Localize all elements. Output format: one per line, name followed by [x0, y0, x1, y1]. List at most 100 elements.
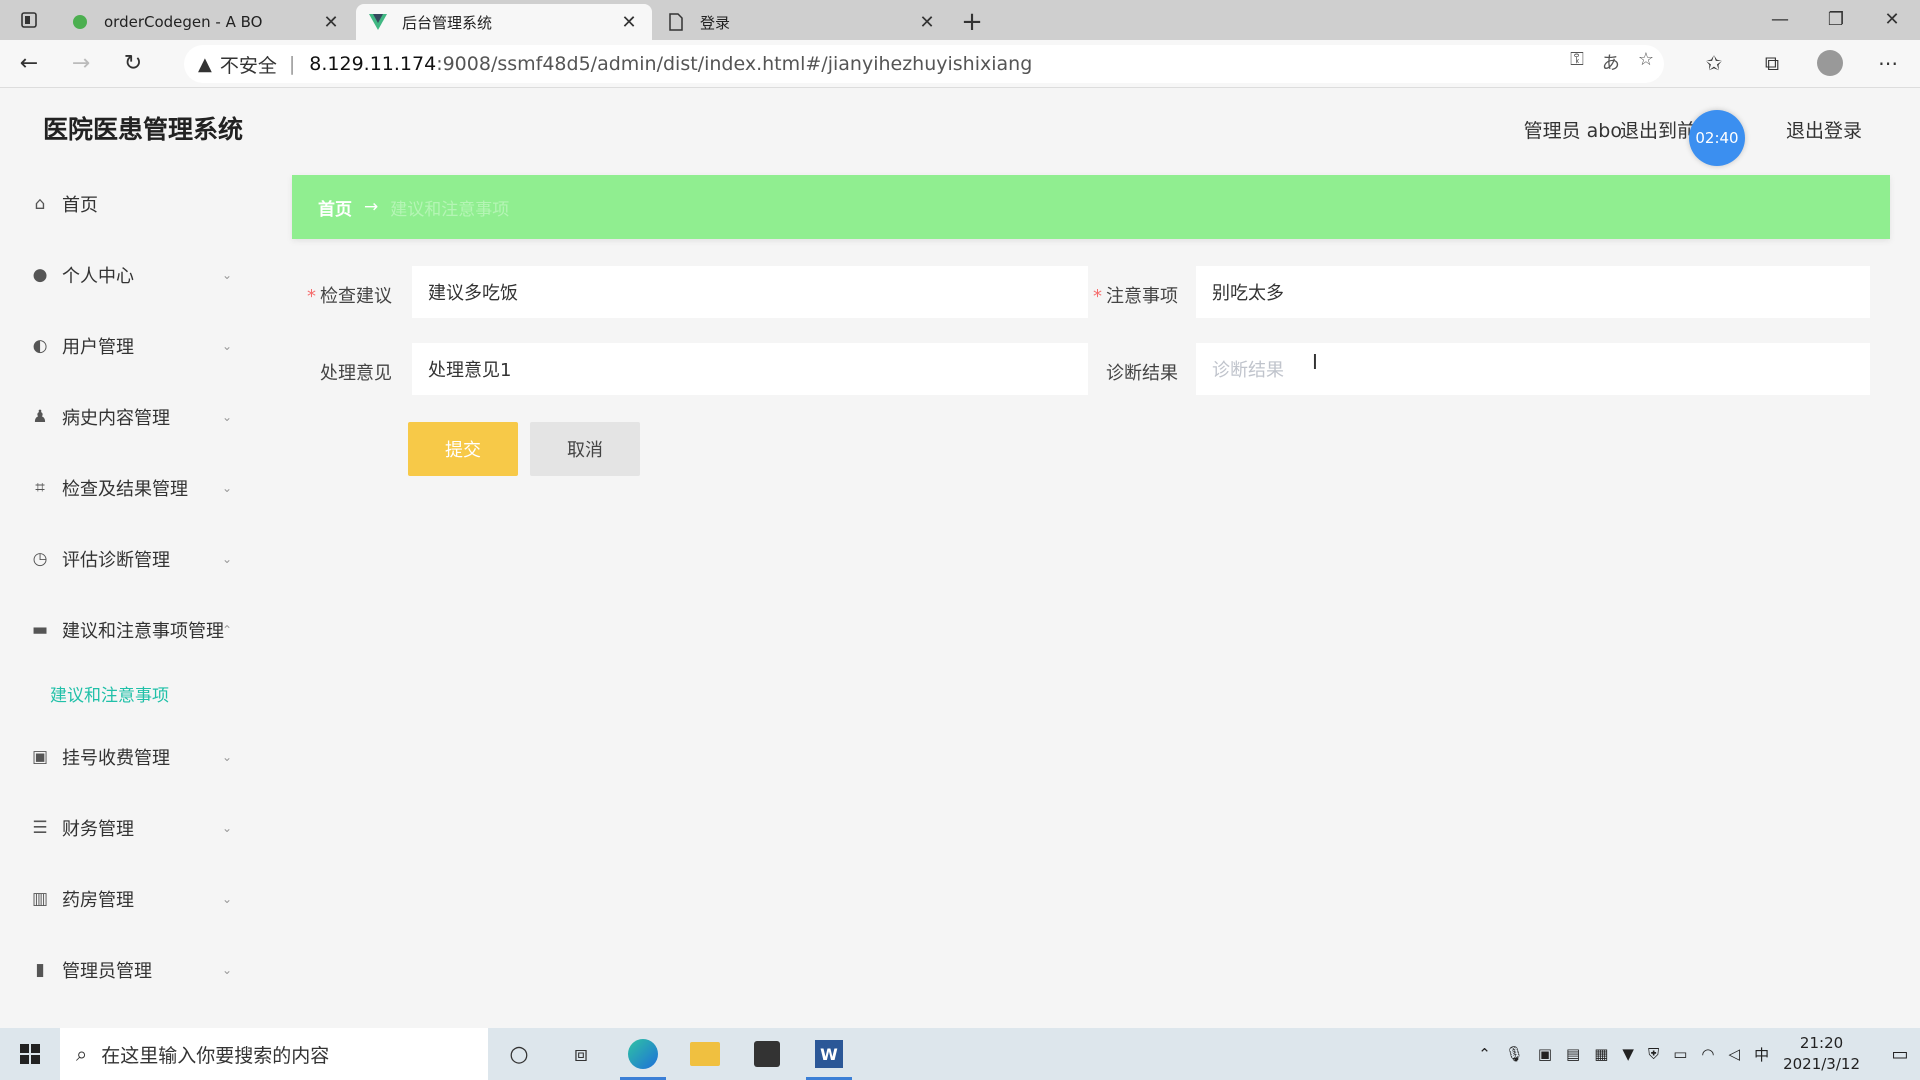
- taskbar-clock[interactable]: 21:20 2021/3/12: [1783, 1033, 1860, 1075]
- notification-icon[interactable]: ▭: [1880, 1044, 1920, 1065]
- close-icon[interactable]: ✕: [916, 12, 938, 33]
- text-cursor-icon: I: [1312, 350, 1318, 374]
- browser-tabstrip: orderCodegen - A BO ✕ 后台管理系统 ✕ 登录 ✕ + — …: [0, 0, 1920, 40]
- chevron-down-icon: ⌄: [221, 962, 232, 977]
- codegen-icon: [70, 12, 90, 32]
- clock-icon: ◷: [32, 548, 48, 569]
- app-title: 医院医患管理系统: [43, 115, 244, 144]
- volume-icon[interactable]: ◁: [1729, 1045, 1741, 1063]
- books-icon: ▥: [31, 888, 49, 909]
- sidebar-subitem-advice[interactable]: 建议和注意事项: [0, 665, 262, 721]
- word-icon[interactable]: W: [798, 1028, 860, 1080]
- chevron-down-icon: ⌄: [221, 891, 232, 906]
- search-icon: ⌕: [76, 1042, 88, 1066]
- taskbar-search[interactable]: ⌕ 在这里输入你要搜索的内容: [60, 1028, 488, 1080]
- file-explorer-icon[interactable]: [674, 1028, 736, 1080]
- chevron-down-icon: ⌄: [221, 267, 232, 282]
- sidebar-item-label: 用户管理: [62, 336, 134, 358]
- chevron-down-icon: ⌄: [221, 820, 232, 835]
- chevron-up-icon[interactable]: ⌃: [1478, 1045, 1491, 1063]
- breadcrumb-current: 建议和注意事项: [390, 199, 510, 220]
- sidebar-item-exams[interactable]: ⌗ 检查及结果管理 ⌄: [0, 452, 262, 523]
- new-tab-button[interactable]: +: [952, 4, 992, 40]
- system-tray: ⌃ 🎙 ▣ ▤ ▦ ▼ ⛨ ▭ ◠ ◁ 中 21:20 2021/3/12 ▭: [1478, 1028, 1920, 1080]
- sidebar-item-home[interactable]: ⌂ 首页: [0, 168, 262, 239]
- browser-tab-codegen[interactable]: orderCodegen - A BO ✕: [58, 4, 354, 40]
- more-icon[interactable]: ⋯: [1870, 44, 1906, 82]
- security-label[interactable]: 不安全: [220, 51, 277, 78]
- breadcrumb-home[interactable]: 首页: [318, 195, 352, 220]
- picture-icon: ▣: [31, 746, 49, 767]
- forward-icon[interactable]: →: [58, 44, 104, 84]
- cancel-button[interactable]: 取消: [530, 422, 640, 476]
- current-user: 管理员 abo: [1523, 120, 1622, 142]
- profile-icon[interactable]: [1812, 44, 1848, 82]
- cortana-icon[interactable]: ○: [488, 1028, 550, 1080]
- diagnosis-input[interactable]: 诊断结果: [1196, 343, 1870, 395]
- shield-icon[interactable]: ⛨: [1648, 1045, 1659, 1063]
- favorites-icon[interactable]: ✩: [1696, 44, 1732, 82]
- back-icon[interactable]: ←: [6, 44, 52, 84]
- handling-input[interactable]: 处理意见1: [412, 343, 1088, 395]
- precautions-input[interactable]: 别吃太多: [1196, 266, 1870, 318]
- omnibox-actions: ⚿ あ ☆: [1570, 49, 1654, 75]
- browser-actions: ✩ ⧉ ⋯: [1696, 44, 1906, 82]
- arrow-right-icon: →: [364, 197, 379, 217]
- collections-icon[interactable]: ⧉: [1754, 44, 1790, 82]
- browser-tab-admin[interactable]: 后台管理系统 ✕: [356, 4, 652, 40]
- sidebar-item-users[interactable]: ◐ 用户管理 ⌄: [0, 310, 262, 381]
- browser-tab-login[interactable]: 登录 ✕: [654, 4, 950, 40]
- chevron-down-icon: ⌄: [221, 480, 232, 495]
- vue-tray-icon[interactable]: ▼: [1622, 1045, 1634, 1063]
- task-view-icon[interactable]: ⧈: [550, 1028, 612, 1080]
- chevron-down-icon: ⌄: [221, 409, 232, 424]
- microphone-icon[interactable]: 🎙: [1505, 1045, 1524, 1063]
- refresh-icon[interactable]: ↻: [110, 44, 156, 84]
- submit-button[interactable]: 提交: [408, 422, 518, 476]
- tab-title: 后台管理系统: [402, 13, 493, 32]
- close-icon[interactable]: ✕: [320, 12, 342, 33]
- tray-app-icon[interactable]: ▤: [1566, 1045, 1580, 1063]
- sidebar-item-advice[interactable]: ▬ 建议和注意事项管理 ⌃: [0, 594, 262, 665]
- wifi-icon[interactable]: ◠: [1701, 1045, 1714, 1063]
- battery-icon[interactable]: ▭: [1673, 1045, 1687, 1063]
- clock-date: 2021/3/12: [1783, 1055, 1860, 1073]
- sidebar-item-label: 挂号收费管理: [62, 747, 170, 769]
- tray-app-icon[interactable]: ▣: [1538, 1045, 1552, 1063]
- sidebar-item-pharmacy[interactable]: ▥ 药房管理 ⌄: [0, 863, 262, 934]
- sidebar-item-diagnosis[interactable]: ◷ 评估诊断管理 ⌄: [0, 523, 262, 594]
- recording-timer-badge[interactable]: 02:40: [1689, 110, 1745, 166]
- close-icon[interactable]: ✕: [618, 12, 640, 33]
- key-icon[interactable]: ⚿: [1570, 49, 1584, 75]
- sidebar-item-admins[interactable]: ▮ 管理员管理 ⌄: [0, 934, 262, 1005]
- sidebar-item-label: 评估诊断管理: [62, 549, 170, 571]
- address-bar[interactable]: ▲ 不安全 | 8.129.11.174 :9008/ssmf48d5/admi…: [184, 45, 1664, 83]
- warning-icon[interactable]: ▲: [198, 54, 212, 75]
- handling-label: 处理意见: [320, 363, 392, 384]
- store-icon[interactable]: [736, 1028, 798, 1080]
- sidebar: ⌂ 首页 ● 个人中心 ⌄ ◐ 用户管理 ⌄ ♟ 病史内容管理 ⌄ ⌗ 检查及结…: [0, 168, 262, 1028]
- minimize-icon[interactable]: —: [1752, 0, 1808, 38]
- window-controls: — ❐ ✕: [1752, 0, 1920, 40]
- sidebar-item-registration[interactable]: ▣ 挂号收费管理 ⌄: [0, 721, 262, 792]
- taskbar-search-placeholder: 在这里输入你要搜索的内容: [101, 1044, 330, 1067]
- logout-link[interactable]: 退出登录: [1786, 116, 1862, 143]
- tab-title: orderCodegen - A BO: [104, 13, 263, 31]
- tray-app-icon[interactable]: ▦: [1594, 1045, 1608, 1063]
- close-window-icon[interactable]: ✕: [1864, 0, 1920, 38]
- url-host[interactable]: 8.129.11.174: [309, 53, 436, 75]
- restore-icon[interactable]: ❐: [1808, 0, 1864, 38]
- tab-actions-icon[interactable]: [0, 0, 58, 40]
- sidebar-item-history[interactable]: ♟ 病史内容管理 ⌄: [0, 381, 262, 452]
- windows-start-icon[interactable]: [0, 1028, 60, 1080]
- ime-indicator[interactable]: 中: [1754, 1044, 1769, 1065]
- sidebar-item-finance[interactable]: ☰ 财务管理 ⌄: [0, 792, 262, 863]
- check-advice-input[interactable]: 建议多吃饭: [412, 266, 1088, 318]
- edge-icon[interactable]: [612, 1028, 674, 1080]
- sidebar-item-profile[interactable]: ● 个人中心 ⌄: [0, 239, 262, 310]
- add-favorite-icon[interactable]: ☆: [1638, 49, 1654, 75]
- translate-icon[interactable]: あ: [1602, 49, 1620, 75]
- user-icon: ●: [32, 264, 48, 285]
- bar-chart-icon: ▮: [35, 959, 45, 980]
- url-path[interactable]: :9008/ssmf48d5/admin/dist/index.html#/ji…: [436, 53, 1032, 75]
